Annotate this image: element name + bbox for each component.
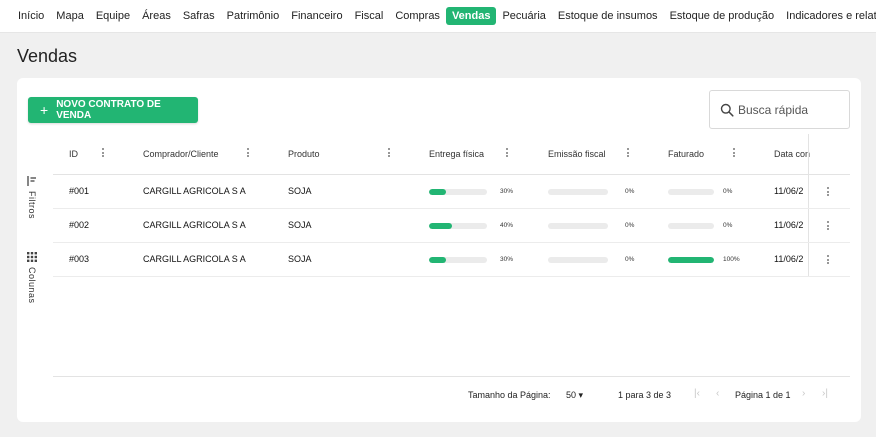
progress-label-entrega: 30% xyxy=(500,256,514,263)
cell-product: SOJA xyxy=(288,254,312,264)
row-range: 1 para 3 de 3 xyxy=(618,390,672,400)
progress-bar-emissao xyxy=(548,189,608,195)
progress-label-emissao: 0% xyxy=(625,222,635,229)
page-title: Vendas xyxy=(17,46,78,66)
nav-item-pecuaria[interactable]: Pecuária xyxy=(496,7,551,25)
nav-item-compras[interactable]: Compras xyxy=(389,7,446,25)
row-actions-icon[interactable] xyxy=(823,254,833,266)
cell-client: CARGILL AGRICOLA S A xyxy=(143,254,246,264)
progress-bar-faturado xyxy=(668,189,714,195)
quick-search[interactable] xyxy=(709,90,850,129)
progress-bar-entrega xyxy=(429,189,487,195)
grid-header: ID Comprador/Cliente Produto Entrega fís… xyxy=(53,134,850,175)
cell-contract-date: 11/06/2 xyxy=(774,186,804,196)
cell-product: SOJA xyxy=(288,186,312,196)
nav-item-equipe[interactable]: Equipe xyxy=(90,7,136,25)
progress-bar-emissao xyxy=(548,223,608,229)
cell-contract-date: 11/06/2 xyxy=(774,254,804,264)
progress-bar-emissao xyxy=(548,257,608,263)
page-size-value: 50 xyxy=(566,390,577,400)
progress-label-faturado: 100% xyxy=(723,256,740,263)
progress-fill-entrega xyxy=(429,223,453,229)
filter-icon xyxy=(27,176,36,186)
table-row[interactable]: #001 CARGILL AGRICOLA S A SOJA 11/06/2 30% 0%… xyxy=(53,175,850,209)
first-page-icon[interactable]: |‹ xyxy=(694,388,700,399)
column-header-product[interactable]: Produto xyxy=(288,149,320,159)
cell-contract-date: 11/06/2 xyxy=(774,220,804,230)
top-nav: Início Mapa Equipe Áreas Safras Patrimôn… xyxy=(0,0,876,33)
progress-bar-faturado xyxy=(668,257,714,263)
filters-label: Filtros xyxy=(27,191,37,219)
progress-label-faturado: 0% xyxy=(723,222,733,229)
next-page-icon[interactable]: › xyxy=(802,388,805,399)
table-row[interactable]: #002 CARGILL AGRICOLA S A SOJA 11/06/2 40% 0%… xyxy=(53,209,850,243)
caret-down-icon: ▾ xyxy=(578,390,584,400)
column-menu-icon[interactable] xyxy=(243,147,253,159)
cell-product: SOJA xyxy=(288,220,312,230)
column-menu-icon[interactable] xyxy=(384,147,394,159)
progress-fill-entrega xyxy=(429,257,447,263)
nav-item-areas[interactable]: Áreas xyxy=(136,7,177,25)
columns-toggle[interactable]: Colunas xyxy=(26,251,38,304)
nav-item-estoque-producao[interactable]: Estoque de produção xyxy=(664,7,781,25)
progress-label-faturado: 0% xyxy=(723,188,733,195)
nav-item-patrimonio[interactable]: Patrimônio xyxy=(221,7,286,25)
row-actions-icon[interactable] xyxy=(823,220,833,232)
cell-id: #003 xyxy=(69,254,90,264)
nav-item-financeiro[interactable]: Financeiro xyxy=(285,7,348,25)
last-page-icon[interactable]: ›| xyxy=(822,388,828,399)
column-header-delivery[interactable]: Entrega física xyxy=(429,149,484,159)
nav-item-fiscal[interactable]: Fiscal xyxy=(349,7,390,25)
progress-bar-faturado xyxy=(668,223,714,229)
table-row[interactable]: #003 CARGILL AGRICOLA S A SOJA 11/06/2 30% 0%… xyxy=(53,243,850,277)
page-size-label: Tamanho da Página: xyxy=(468,390,551,400)
filters-toggle[interactable]: Filtros xyxy=(26,175,38,219)
grid-icon xyxy=(27,252,37,262)
cell-id: #001 xyxy=(69,186,90,196)
cell-id: #002 xyxy=(69,220,90,230)
progress-label-entrega: 30% xyxy=(500,188,514,195)
column-menu-icon[interactable] xyxy=(98,147,108,159)
progress-label-emissao: 0% xyxy=(625,188,635,195)
row-actions-icon[interactable] xyxy=(823,186,833,198)
nav-item-indicadores[interactable]: Indicadores e relatórios xyxy=(780,7,876,25)
column-menu-icon[interactable] xyxy=(729,147,739,159)
page-info: Página 1 de 1 xyxy=(735,390,791,400)
nav-item-estoque-insumos[interactable]: Estoque de insumos xyxy=(552,7,664,25)
progress-bar-entrega xyxy=(429,223,487,229)
column-header-billed[interactable]: Faturado xyxy=(668,149,704,159)
nav-item-inicio[interactable]: Início xyxy=(12,7,50,25)
columns-label: Colunas xyxy=(27,267,37,304)
progress-fill-entrega xyxy=(429,189,447,195)
pagination-bar: Tamanho da Página: 50 ▾ 1 para 3 de 3 |‹… xyxy=(53,376,850,412)
nav-item-vendas[interactable]: Vendas xyxy=(445,7,497,25)
page-size-select[interactable]: 50 ▾ xyxy=(566,390,583,401)
progress-label-emissao: 0% xyxy=(625,256,635,263)
column-menu-icon[interactable] xyxy=(623,147,633,159)
new-sale-contract-label: NOVO CONTRATO DE VENDA xyxy=(56,99,161,121)
plus-icon: + xyxy=(40,102,49,118)
search-icon xyxy=(720,103,734,117)
column-header-id[interactable]: ID xyxy=(69,149,78,159)
column-header-contract-date[interactable]: Data con xyxy=(774,149,810,159)
nav-item-mapa[interactable]: Mapa xyxy=(50,7,90,25)
progress-fill-faturado xyxy=(668,257,714,263)
nav-item-safras[interactable]: Safras xyxy=(177,7,221,25)
previous-page-icon[interactable]: ‹ xyxy=(716,388,719,399)
column-header-client[interactable]: Comprador/Cliente xyxy=(143,149,219,159)
cell-client: CARGILL AGRICOLA S A xyxy=(143,220,246,230)
search-input[interactable] xyxy=(738,102,838,117)
progress-bar-entrega xyxy=(429,257,487,263)
progress-label-entrega: 40% xyxy=(500,222,514,229)
column-header-invoice-issued[interactable]: Emissão fiscal xyxy=(548,149,606,159)
sales-card: + NOVO CONTRATO DE VENDA Filtros Colunas… xyxy=(17,78,861,422)
cell-client: CARGILL AGRICOLA S A xyxy=(143,186,246,196)
column-menu-icon[interactable] xyxy=(502,147,512,159)
new-sale-contract-button[interactable]: + NOVO CONTRATO DE VENDA xyxy=(28,97,198,123)
